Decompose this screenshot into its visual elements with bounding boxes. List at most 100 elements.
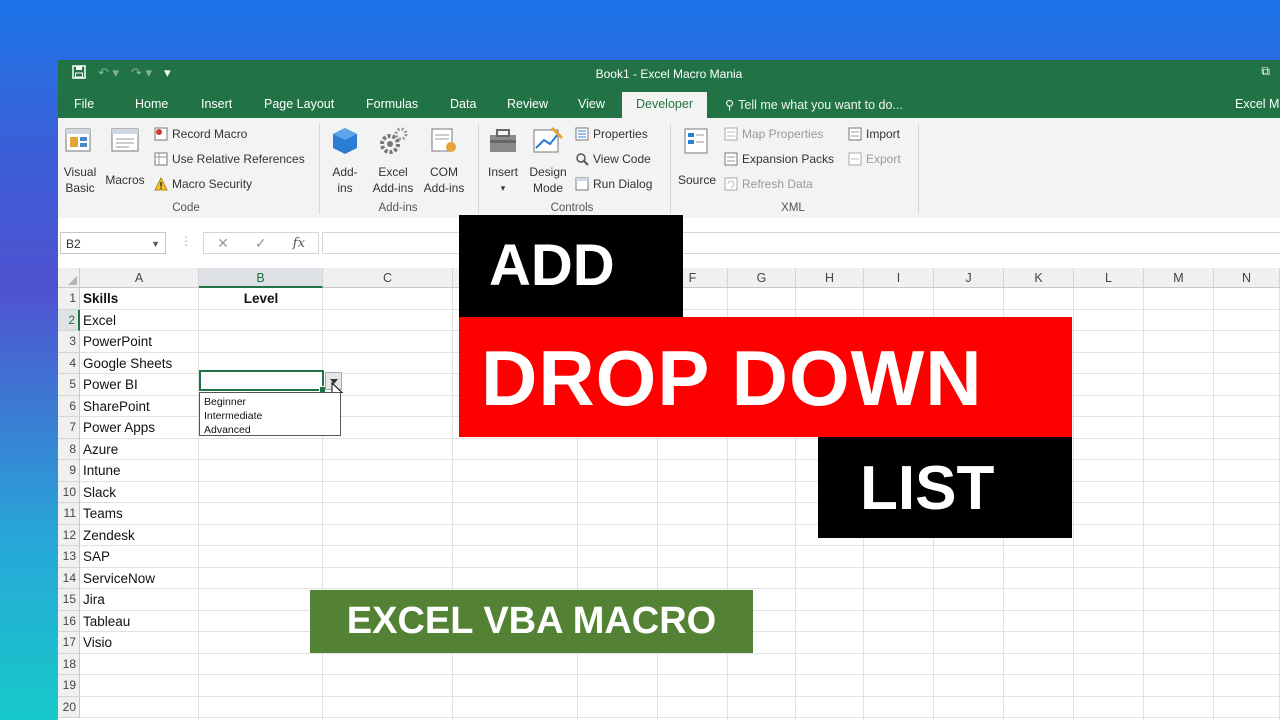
selected-cell-b2[interactable] bbox=[199, 370, 326, 393]
addins-group-label: Add-ins bbox=[378, 202, 418, 214]
cell-a10[interactable]: Slack bbox=[83, 482, 116, 503]
cell-a13[interactable]: SAP bbox=[83, 546, 110, 567]
design-mode-button[interactable]: Design Mode bbox=[526, 126, 570, 196]
macros-button[interactable]: Macros bbox=[104, 126, 146, 188]
relative-references-button[interactable]: Use Relative References bbox=[154, 151, 305, 167]
column-header-j[interactable]: J bbox=[934, 268, 1004, 288]
column-header-b[interactable]: B bbox=[199, 268, 323, 288]
cancel-icon[interactable]: ✕ bbox=[217, 235, 229, 252]
row-header-20[interactable]: 20 bbox=[58, 696, 80, 718]
cell-a16[interactable]: Tableau bbox=[83, 611, 130, 632]
row-header-4[interactable]: 4 bbox=[58, 352, 80, 374]
tab-page-layout[interactable]: Page Layout bbox=[264, 97, 334, 111]
cell-a11[interactable]: Teams bbox=[83, 503, 123, 524]
column-header-c[interactable]: C bbox=[323, 268, 453, 288]
refresh-data-icon bbox=[724, 177, 738, 191]
cell-a4[interactable]: Google Sheets bbox=[83, 353, 172, 374]
cell-a7[interactable]: Power Apps bbox=[83, 417, 155, 438]
tab-view[interactable]: View bbox=[578, 97, 605, 111]
visual-basic-button[interactable]: Visual Basic bbox=[60, 126, 100, 196]
gridline bbox=[80, 588, 1280, 589]
cell-a12[interactable]: Zendesk bbox=[83, 525, 135, 546]
macro-security-button[interactable]: Macro Security bbox=[154, 176, 252, 192]
row-header-7[interactable]: 7 bbox=[58, 417, 80, 439]
insert-function-icon[interactable]: fx bbox=[293, 236, 305, 251]
column-header-g[interactable]: G bbox=[728, 268, 796, 288]
excel-addins-button[interactable]: Excel Add-ins bbox=[369, 126, 417, 196]
row-header-14[interactable]: 14 bbox=[58, 567, 80, 589]
addins-button[interactable]: Add-ins bbox=[326, 126, 364, 196]
row-header-5[interactable]: 5 bbox=[58, 374, 80, 396]
import-label: Import bbox=[866, 127, 901, 141]
column-header-l[interactable]: L bbox=[1074, 268, 1144, 288]
column-header-a[interactable]: A bbox=[80, 268, 199, 288]
tab-review[interactable]: Review bbox=[507, 97, 548, 111]
formula-bar-splitter[interactable]: ⋮ bbox=[180, 234, 192, 248]
export-button[interactable]: Export bbox=[848, 151, 901, 167]
cell-a15[interactable]: Jira bbox=[83, 589, 105, 610]
map-properties-button[interactable]: Map Properties bbox=[724, 126, 823, 142]
com-addins-button[interactable]: COM Add-ins bbox=[420, 126, 468, 196]
tab-insert[interactable]: Insert bbox=[201, 97, 232, 111]
tab-developer[interactable]: Developer bbox=[622, 92, 707, 118]
tab-formulas[interactable]: Formulas bbox=[366, 97, 418, 111]
tell-me-search[interactable]: ⚲ Tell me what you want to do... bbox=[725, 97, 903, 112]
cell-a6[interactable]: SharePoint bbox=[83, 396, 150, 417]
cell-a5[interactable]: Power BI bbox=[83, 374, 138, 395]
cell-a9[interactable]: Intune bbox=[83, 460, 121, 481]
dropdown-option-advanced[interactable]: Advanced bbox=[204, 423, 336, 437]
row-header-8[interactable]: 8 bbox=[58, 438, 80, 460]
expansion-packs-label: Expansion Packs bbox=[742, 152, 835, 166]
cell-b1[interactable]: Level bbox=[199, 288, 323, 309]
row-header-18[interactable]: 18 bbox=[58, 653, 80, 675]
row-header-16[interactable]: 16 bbox=[58, 610, 80, 632]
cell-a14[interactable]: ServiceNow bbox=[83, 568, 155, 589]
column-header-k[interactable]: K bbox=[1004, 268, 1074, 288]
user-name[interactable]: Excel M bbox=[1235, 97, 1279, 111]
export-icon bbox=[848, 152, 862, 166]
column-header-h[interactable]: H bbox=[796, 268, 864, 288]
row-header-11[interactable]: 11 bbox=[58, 503, 80, 525]
column-header-i[interactable]: I bbox=[864, 268, 934, 288]
column-header-n[interactable]: N bbox=[1214, 268, 1280, 288]
refresh-data-button[interactable]: Refresh Data bbox=[724, 176, 813, 192]
row-header-15[interactable]: 15 bbox=[58, 589, 80, 611]
select-all-corner[interactable] bbox=[58, 268, 80, 288]
dropdown-option-intermediate[interactable]: Intermediate bbox=[204, 409, 336, 423]
enter-icon[interactable]: ✓ bbox=[255, 235, 267, 252]
dropdown-option-beginner[interactable]: Beginner bbox=[204, 395, 336, 409]
row-header-19[interactable]: 19 bbox=[58, 675, 80, 697]
cell-a8[interactable]: Azure bbox=[83, 439, 118, 460]
chevron-down-icon[interactable]: ▼ bbox=[151, 233, 160, 255]
overlay-add-text: ADD bbox=[459, 215, 683, 317]
restore-icon[interactable]: ⧉ bbox=[1261, 64, 1270, 79]
properties-button[interactable]: Properties bbox=[575, 126, 648, 142]
row-header-17[interactable]: 17 bbox=[58, 632, 80, 654]
validation-dropdown-list[interactable]: Beginner Intermediate Advanced bbox=[199, 392, 341, 436]
row-header-9[interactable]: 9 bbox=[58, 460, 80, 482]
row-header-6[interactable]: 6 bbox=[58, 395, 80, 417]
name-box[interactable]: B2 ▼ bbox=[60, 232, 166, 254]
cell-a17[interactable]: Visio bbox=[83, 632, 112, 653]
row-header-2[interactable]: 2 bbox=[58, 309, 80, 331]
cell-a2[interactable]: Excel bbox=[83, 310, 116, 331]
source-button[interactable]: Source bbox=[674, 126, 720, 188]
row-header-3[interactable]: 3 bbox=[58, 331, 80, 353]
expansion-packs-button[interactable]: Expansion Packs bbox=[724, 151, 834, 167]
cell-a1[interactable]: Skills bbox=[83, 288, 118, 309]
cell-a3[interactable]: PowerPoint bbox=[83, 331, 152, 352]
run-dialog-button[interactable]: Run Dialog bbox=[575, 176, 652, 192]
view-code-button[interactable]: View Code bbox=[575, 151, 651, 167]
column-header-m[interactable]: M bbox=[1144, 268, 1214, 288]
gridline bbox=[1073, 288, 1074, 720]
row-header-12[interactable]: 12 bbox=[58, 524, 80, 546]
tab-file[interactable]: File bbox=[74, 97, 94, 111]
insert-controls-button[interactable]: Insert ▾ bbox=[483, 126, 523, 196]
import-button[interactable]: Import bbox=[848, 126, 900, 142]
row-header-10[interactable]: 10 bbox=[58, 481, 80, 503]
record-macro-button[interactable]: Record Macro bbox=[154, 126, 247, 142]
row-header-13[interactable]: 13 bbox=[58, 546, 80, 568]
row-header-1[interactable]: 1 bbox=[58, 288, 80, 310]
tab-data[interactable]: Data bbox=[450, 97, 476, 111]
tab-home[interactable]: Home bbox=[135, 97, 168, 111]
